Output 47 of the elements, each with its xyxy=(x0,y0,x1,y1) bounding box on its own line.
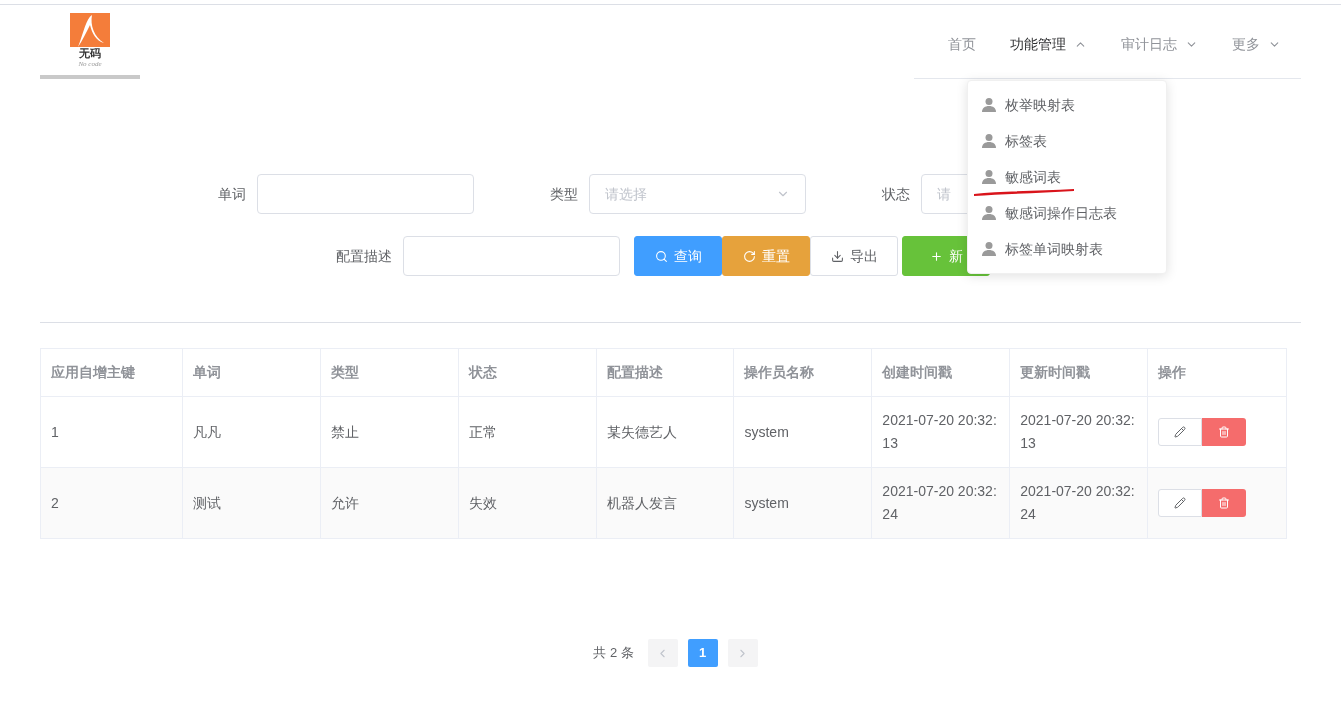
table-cell: 允许 xyxy=(320,468,459,539)
menu-item[interactable]: 枚举映射表 xyxy=(968,87,1166,123)
field-label: 单词 xyxy=(217,184,247,204)
person-icon xyxy=(981,169,997,185)
total-count: 共 2 条 xyxy=(593,644,634,663)
table-cell: 2 xyxy=(41,468,183,539)
delete-button[interactable] xyxy=(1202,489,1247,517)
pencil-icon xyxy=(1174,497,1187,509)
logo-title: 无码 xyxy=(79,47,101,60)
refresh-icon xyxy=(742,249,756,263)
search-icon xyxy=(654,249,668,263)
person-icon xyxy=(981,133,997,149)
trash-icon xyxy=(1218,426,1231,438)
table-cell: 2021-07-20 20:32:24 xyxy=(1010,468,1149,539)
input-field[interactable] xyxy=(257,174,474,214)
search-button[interactable]: 查询 xyxy=(634,236,722,276)
reset-button[interactable]: 重置 xyxy=(722,236,810,276)
nav-item[interactable]: 首页 xyxy=(948,33,976,55)
field-label: 状态 xyxy=(881,184,911,204)
select-field[interactable]: 请选择 xyxy=(589,174,806,214)
field-label: 配置描述 xyxy=(335,246,393,266)
pencil-icon xyxy=(1174,426,1187,438)
menu-item[interactable]: 敏感词操作日志表 xyxy=(968,195,1166,231)
menu-item[interactable]: 敏感词表 xyxy=(968,159,1166,195)
nav-item[interactable]: 审计日志 xyxy=(1121,33,1198,55)
edit-button[interactable] xyxy=(1158,418,1203,446)
table-cell: 机器人发言 xyxy=(596,468,735,539)
person-icon xyxy=(981,205,997,221)
table-cell: 失效 xyxy=(458,468,597,539)
page-button[interactable]: 1 xyxy=(687,639,718,667)
person-icon xyxy=(981,241,997,257)
table-cell: 2021-07-20 20:32:24 xyxy=(872,468,1011,539)
delete-button[interactable] xyxy=(1202,418,1247,446)
trash-icon xyxy=(1218,497,1231,509)
nav-item[interactable]: 更多 xyxy=(1232,33,1281,55)
field-label: 类型 xyxy=(549,184,579,204)
edit-button[interactable] xyxy=(1158,489,1203,517)
table-cell: system xyxy=(734,468,873,539)
table-cell: 测试 xyxy=(182,468,321,539)
download-icon xyxy=(830,249,844,263)
logo-icon xyxy=(70,13,110,47)
nav-item[interactable]: 功能管理 xyxy=(1010,33,1087,55)
person-icon xyxy=(981,97,997,113)
input-field[interactable] xyxy=(403,236,620,276)
export-button[interactable]: 导出 xyxy=(810,236,898,276)
plus-icon xyxy=(929,249,943,263)
menu-item[interactable]: 标签表 xyxy=(968,123,1166,159)
